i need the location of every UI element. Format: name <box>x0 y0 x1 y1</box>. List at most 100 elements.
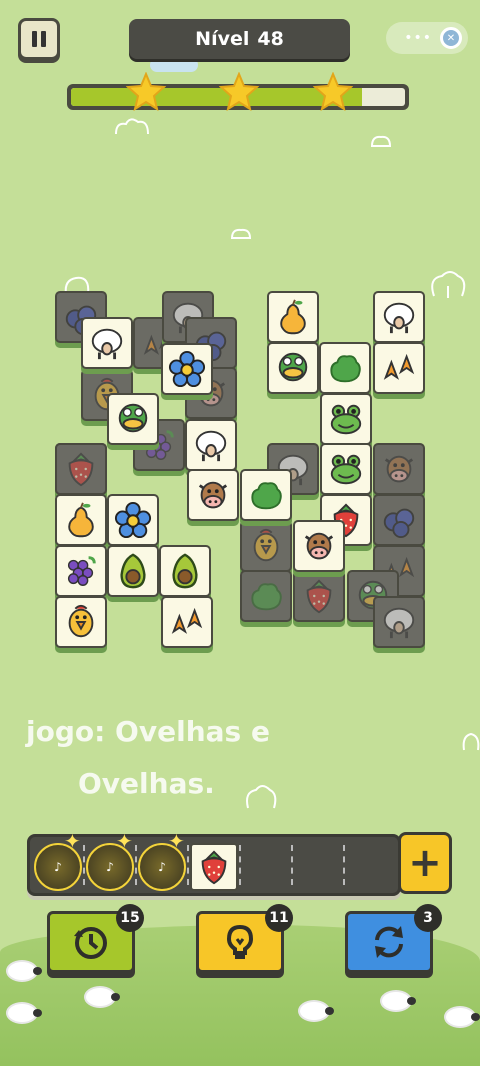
tile-chicken[interactable] <box>55 596 107 648</box>
sheep-icon <box>91 328 123 360</box>
tile-duck-feet[interactable] <box>373 342 425 394</box>
cloud-decoration <box>150 58 198 72</box>
tile-sheep <box>373 596 425 648</box>
slot-divider <box>135 845 137 885</box>
bush-icon <box>370 135 392 147</box>
star-icon <box>219 72 259 112</box>
avocado-icon <box>172 553 198 589</box>
cow-icon <box>384 455 414 483</box>
miniprogram-capsule[interactable]: ••• ✕ <box>386 22 468 54</box>
bush-icon <box>115 118 149 135</box>
sheep-decoration <box>86 988 120 1006</box>
strawberry-icon <box>306 579 332 614</box>
close-icon[interactable]: ✕ <box>440 27 462 49</box>
tile-lettuce[interactable] <box>319 342 371 394</box>
caption-line-2: Ovelhas. <box>78 767 215 800</box>
flower-icon <box>114 501 152 539</box>
video-caption: jogo: Ovelhas e Ovelhas. <box>26 706 270 810</box>
tile-lettuce[interactable] <box>240 469 292 521</box>
cow-icon <box>304 532 334 560</box>
level-label: Nível <box>195 28 250 50</box>
sheep-decoration <box>446 1008 480 1026</box>
level-indicator: Nível 48 <box>129 19 350 59</box>
level-number: 48 <box>257 28 284 50</box>
tile-pear[interactable] <box>267 291 319 343</box>
tile-duck[interactable] <box>107 393 159 445</box>
strawberry-icon <box>68 452 94 487</box>
tile-duck-feet[interactable] <box>161 596 213 648</box>
sparkle-icon: ✦ <box>64 829 81 853</box>
tile-frog[interactable] <box>320 393 372 445</box>
sheep-icon <box>383 607 415 639</box>
tile-chicken <box>240 520 292 572</box>
tile-sheep[interactable] <box>81 317 133 369</box>
tile-frog[interactable] <box>320 443 372 495</box>
tray-tile-strawberry <box>190 843 238 891</box>
tile-duck[interactable] <box>267 342 319 394</box>
lettuce-icon <box>251 583 282 611</box>
chicken-icon <box>68 604 94 638</box>
grape-icon <box>67 556 96 586</box>
sheep-decoration <box>8 1004 42 1022</box>
lettuce-icon <box>330 355 361 383</box>
add-slot-button[interactable]: + <box>398 832 452 894</box>
sheep-icon <box>383 302 415 334</box>
duck-feet-icon <box>171 607 203 634</box>
undo-button[interactable]: 15 <box>47 904 144 973</box>
hint-count: 11 <box>265 904 293 932</box>
refresh-icon <box>375 926 403 958</box>
bush-icon <box>230 228 252 239</box>
tile-tray: ♪ ✦ ♪ ✦ ♪ ✦ <box>27 829 401 896</box>
sheep-icon <box>195 430 227 462</box>
frog-icon <box>330 454 362 485</box>
tree-icon <box>431 271 466 298</box>
tile-strawberry <box>55 443 107 495</box>
duck-icon <box>278 352 308 382</box>
sparkle-icon: ✦ <box>168 829 185 853</box>
sheep-decoration <box>8 962 42 980</box>
tree-icon <box>462 732 480 751</box>
duck-feet-icon <box>383 353 415 380</box>
slot-divider <box>291 845 293 885</box>
shuffle-button[interactable]: 3 <box>345 904 442 973</box>
star-icon <box>313 72 353 112</box>
tile-avocado[interactable] <box>107 545 159 597</box>
tile-cow <box>373 443 425 495</box>
pause-button[interactable] <box>18 18 60 60</box>
lettuce-icon <box>251 482 282 510</box>
slot-divider <box>239 845 241 885</box>
tile-sheep[interactable] <box>373 291 425 343</box>
tile-blueberry <box>373 494 425 546</box>
tile-pear[interactable] <box>55 494 107 546</box>
tile-sheep[interactable] <box>185 419 237 471</box>
sheep-decoration <box>382 992 416 1010</box>
tile-lettuce <box>240 570 292 622</box>
tile-flower[interactable] <box>107 494 159 546</box>
sheep-decoration <box>300 1002 334 1020</box>
caption-line-1: jogo: Ovelhas e <box>26 715 270 748</box>
tile-grape[interactable] <box>55 545 107 597</box>
strawberry-icon <box>201 850 227 885</box>
slot-divider <box>187 845 189 885</box>
lightbulb-icon <box>226 924 254 959</box>
more-icon[interactable]: ••• <box>404 30 432 46</box>
tile-flower[interactable] <box>161 343 213 395</box>
tile-avocado[interactable] <box>159 545 211 597</box>
shuffle-count: 3 <box>414 904 442 932</box>
clock-rewind-icon <box>74 927 107 959</box>
hint-button[interactable]: 11 <box>196 904 293 973</box>
blueberry-icon <box>383 508 415 539</box>
slot-divider <box>83 845 85 885</box>
avocado-icon <box>120 553 146 589</box>
tile-cow[interactable] <box>293 520 345 572</box>
tile-cow[interactable] <box>187 469 239 521</box>
star-icon <box>126 72 166 112</box>
sparkle-icon: ✦ <box>116 829 133 853</box>
chicken-icon <box>253 528 279 562</box>
pear-icon <box>280 299 306 335</box>
slot-divider <box>343 845 345 885</box>
tile-strawberry <box>293 570 345 622</box>
undo-count: 15 <box>116 904 144 932</box>
duck-icon <box>118 403 148 433</box>
cow-icon <box>198 481 228 509</box>
